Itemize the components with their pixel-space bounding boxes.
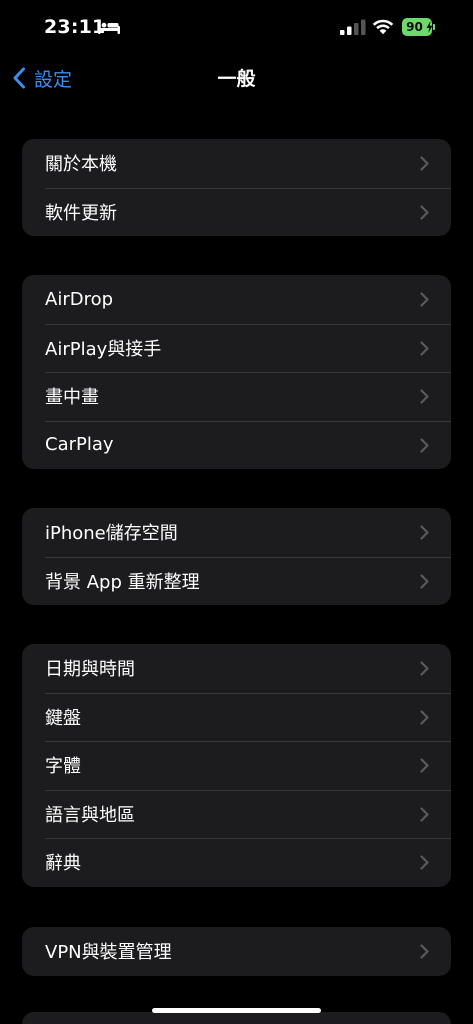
row-label: VPN與裝置管理	[45, 942, 172, 964]
chevron-right-icon	[420, 340, 429, 356]
status-time: 23:11	[44, 16, 106, 38]
row-label: iPhone儲存空間	[45, 523, 178, 545]
settings-group-about: 關於本機 軟件更新	[22, 139, 451, 236]
chevron-right-icon	[420, 156, 429, 171]
home-indicator[interactable]	[152, 1008, 321, 1013]
charging-bolt-icon	[426, 21, 433, 33]
chevron-right-icon	[420, 758, 429, 773]
row-about[interactable]: 關於本機	[22, 139, 451, 188]
chevron-right-icon	[420, 525, 429, 540]
row-software-update[interactable]: 軟件更新	[22, 187, 451, 237]
row-label: 背景 App 重新整理	[45, 571, 200, 593]
chevron-right-icon	[420, 944, 429, 959]
cellular-signal-icon	[340, 19, 366, 35]
battery-level: 90	[406, 20, 423, 34]
navigation-bar: 設定 一般	[0, 56, 473, 100]
settings-group-vpn: VPN與裝置管理	[22, 927, 451, 976]
general-settings-screen: 23:11 90 設定 一般 關於本機 軟件更新 AirDrop AirPlay…	[0, 0, 473, 1024]
row-label: 字體	[45, 756, 81, 778]
chevron-right-icon	[420, 573, 429, 589]
row-label: 關於本機	[45, 154, 117, 176]
chevron-right-icon	[420, 709, 429, 725]
chevron-right-icon	[420, 389, 429, 404]
row-label: 日期與時間	[45, 659, 135, 681]
chevron-right-icon	[420, 204, 429, 220]
row-label: AirPlay與接手	[45, 338, 162, 360]
row-iphone-storage[interactable]: iPhone儲存空間	[22, 508, 451, 557]
row-airplay-handoff[interactable]: AirPlay與接手	[22, 323, 451, 373]
status-bar: 23:11 90	[0, 0, 473, 56]
row-date-time[interactable]: 日期與時間	[22, 644, 451, 693]
row-label: AirDrop	[45, 288, 114, 310]
row-background-app-refresh[interactable]: 背景 App 重新整理	[22, 556, 451, 606]
row-label: 語言與地區	[45, 804, 135, 826]
chevron-right-icon	[420, 806, 429, 822]
chevron-right-icon	[420, 437, 429, 453]
row-airdrop[interactable]: AirDrop	[22, 275, 451, 324]
settings-group-storage: iPhone儲存空間 背景 App 重新整理	[22, 508, 451, 605]
chevron-right-icon	[420, 855, 429, 870]
chevron-right-icon	[420, 292, 429, 307]
row-dictionary[interactable]: 辭典	[22, 838, 451, 887]
page-title: 一般	[217, 68, 256, 90]
row-label: 畫中畫	[45, 387, 99, 409]
settings-group-connectivity: AirDrop AirPlay與接手 畫中畫 CarPlay	[22, 275, 451, 469]
next-settings-group	[22, 1012, 451, 1024]
wifi-icon	[372, 19, 394, 35]
row-label: CarPlay	[45, 434, 114, 456]
chevron-right-icon	[420, 661, 429, 676]
row-vpn-device-management[interactable]: VPN與裝置管理	[22, 927, 451, 976]
settings-group-locale: 日期與時間 鍵盤 字體 語言與地區 辭典	[22, 644, 451, 887]
row-label: 軟件更新	[45, 202, 117, 224]
row-language-region[interactable]: 語言與地區	[22, 789, 451, 839]
row-label: 辭典	[45, 853, 81, 875]
row-keyboard[interactable]: 鍵盤	[22, 692, 451, 742]
row-picture-in-picture[interactable]: 畫中畫	[22, 372, 451, 421]
row-fonts[interactable]: 字體	[22, 741, 451, 790]
battery-icon: 90	[402, 18, 435, 36]
row-label: 鍵盤	[45, 707, 81, 729]
bed-icon	[98, 21, 120, 34]
row-carplay[interactable]: CarPlay	[22, 420, 451, 470]
